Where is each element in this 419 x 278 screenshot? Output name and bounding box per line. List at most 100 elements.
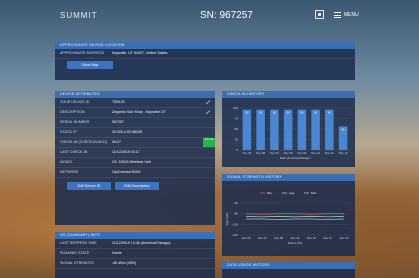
row-label: STATIC IP: [60, 130, 77, 134]
row-label: MODEL: [60, 160, 73, 164]
signal-history-panel: SIGNAL STRENGTH HISTORY Min Avg Max -60 -80 -…: [222, 174, 355, 256]
bar-data-label: 96: [259, 111, 263, 115]
series-line: [246, 218, 345, 220]
status-badge: 8.5 min: [203, 138, 215, 147]
attributes-panel-title: DEVICE ATTRIBUTES: [55, 91, 215, 98]
x-tick-label: Nov 11: [323, 236, 332, 240]
x-tick-label: Nov 12: [340, 236, 349, 240]
data-usage-panel: DATA USAGE HISTORY: [222, 262, 355, 278]
y-tick-label: 50: [235, 127, 239, 131]
location-panel-title: APPROXIMATE DEVICE LOCATION: [55, 42, 355, 49]
checkin-bar: [242, 109, 252, 150]
device-attributes-panel: DEVICE ATTRIBUTES YOUR DEVICE ID T0B124 DE…: [55, 91, 215, 225]
attribute-row: YOUR DEVICE ID T0B124: [55, 98, 215, 108]
attribute-row: SIGNAL STRENGTH -86 dBm (49%): [55, 259, 215, 269]
row-value: 11/12/2019 13:46 (America/Chicago): [112, 241, 171, 245]
edit-description-button[interactable]: Edit Description: [115, 182, 159, 190]
checkin-bar: [256, 109, 265, 150]
x-axis-title: Date (America/Chicago): [280, 156, 310, 160]
row-value: Zeppelin Sub Shop - Kaysville UT: [112, 110, 166, 114]
checkin-panel-title: CHECK-IN HISTORY: [222, 91, 355, 98]
x-tick-label: Nov 05: [242, 151, 251, 155]
checkin-bar: [270, 109, 279, 150]
attribute-row: DESCRIPTION Zeppelin Sub Shop - Kaysville…: [55, 108, 215, 118]
y-tick-label: -100: [232, 222, 238, 226]
summary-panel-title: OS (SUMMARY) INFO: [55, 232, 215, 239]
x-tick-label: Nov 09: [291, 236, 300, 240]
row-value: -86 dBm (49%): [112, 261, 137, 265]
location-panel: APPROXIMATE DEVICE LOCATION APPROXIMATE …: [55, 42, 355, 80]
summary-panel: OS (SUMMARY) INFO LAST REFRESH TIME 11/12…: [55, 232, 215, 278]
attribute-row: CHECK-IN (CHECK-IN AGO) 06:27 8.5 min: [55, 138, 215, 148]
signal-line-chart: Min Avg Max -60 -80 -100 -120 Nov 06 Nov 07 Nov 0…: [225, 191, 350, 245]
x-tick-label: Nov 10: [311, 151, 320, 155]
checkin-history-panel: CHECK-IN HISTORY 100 75 50 25 0 96 Nov 05 96 Nov…: [222, 91, 355, 167]
series-line: [245, 215, 345, 218]
edit-device-id-button[interactable]: Edit Device ID: [67, 182, 111, 190]
attribute-row: LAST REFRESH TIME 11/12/2019 13:46 (Ameri…: [55, 239, 215, 249]
row-value: 10.000.0.00.98245: [112, 130, 142, 134]
edit-pencil-icon[interactable]: [205, 110, 211, 115]
menu-button[interactable]: MENU: [334, 10, 359, 20]
x-tick-label: Nov 07: [270, 151, 279, 155]
row-label: LAST REFRESH TIME: [60, 241, 97, 245]
x-tick-label: Nov 06: [242, 236, 251, 240]
attribute-row: MODEL OC 1052A Wireless Unit: [55, 158, 215, 168]
x-tick-label: Nov 09: [297, 151, 306, 155]
row-value: OptConnect BOM: [112, 170, 141, 174]
row-value: 06:27: [112, 140, 121, 144]
y-tick-label: -60: [234, 201, 239, 205]
attribute-row: NETWORK OptConnect BOM: [55, 168, 215, 178]
hamburger-icon: [334, 12, 341, 18]
x-tick-label: Nov 11: [325, 151, 334, 155]
row-label: NETWORK: [60, 170, 79, 174]
notification-icon[interactable]: [315, 10, 324, 19]
address-label: APPROXIMATE ADDRESS: [60, 51, 104, 55]
x-tick-label: Nov 08: [284, 151, 293, 155]
attribute-row: STATIC IP 10.000.0.00.98245: [55, 128, 215, 138]
row-label: YOUR DEVICE ID: [60, 100, 90, 104]
row-value: 967257: [112, 120, 124, 124]
row-value: 11/12/2019 03:17: [112, 150, 140, 154]
bar-data-label: 96: [287, 111, 291, 115]
x-tick-label: Nov 06: [256, 151, 265, 155]
row-label: SERIAL NUMBER: [60, 120, 90, 124]
y-tick-label: -120: [232, 233, 238, 237]
row-label: DESCRIPTION: [60, 110, 85, 114]
row-label: SIGNAL STRENGTH: [60, 261, 94, 265]
attribute-row: SERIAL NUMBER 967257: [55, 118, 215, 128]
show-map-button[interactable]: Show Map: [67, 61, 113, 69]
checkin-bar-chart: 100 75 50 25 0 96 Nov 05 96 Nov 06 96 Nov 07 96 Nov …: [233, 106, 350, 160]
bar-data-label: 96: [245, 111, 249, 115]
address-row: APPROXIMATE ADDRESS Kaysville, UT 84037,…: [55, 49, 355, 59]
checkin-bar: [283, 109, 293, 150]
y-tick-label: 25: [235, 138, 239, 142]
checkin-bar: [311, 109, 320, 150]
menu-label: MENU: [344, 12, 359, 18]
legend-label: Max: [311, 191, 317, 195]
attribute-row: LAST CHECK-IN 11/12/2019 03:17: [55, 148, 215, 158]
data-usage-panel-title: DATA USAGE HISTORY: [222, 262, 355, 269]
checkin-bar: [325, 109, 334, 150]
x-tick-label: Nov 10: [307, 236, 316, 240]
x-tick-label: Nov 12: [339, 151, 348, 155]
y-tick-label: 100: [233, 106, 238, 110]
edit-pencil-icon[interactable]: [205, 100, 211, 105]
row-label: LAST CHECK-IN: [60, 150, 88, 154]
bar-data-label: 96: [300, 111, 304, 115]
serial-number-title: SN: 967257: [200, 10, 253, 21]
row-value: T0B124: [112, 100, 125, 104]
x-axis-title: Date (UTC): [288, 241, 302, 245]
y-tick-label: -80: [234, 212, 239, 216]
y-axis-title: Signal (%): [225, 212, 229, 225]
summit-logo: SUMMIT: [60, 11, 98, 20]
x-tick-label: Nov 07: [258, 236, 267, 240]
y-tick-label: 75: [235, 117, 239, 121]
checkin-bar: [297, 109, 307, 150]
series-line: [245, 213, 344, 215]
x-tick-label: Nov 08: [274, 236, 283, 240]
row-label: ROAMING STATE: [60, 251, 90, 255]
top-bar: SUMMIT SN: 967257 MENU: [0, 0, 419, 30]
bar-data-label: 96: [273, 111, 277, 115]
legend-label: Avg: [289, 191, 294, 195]
